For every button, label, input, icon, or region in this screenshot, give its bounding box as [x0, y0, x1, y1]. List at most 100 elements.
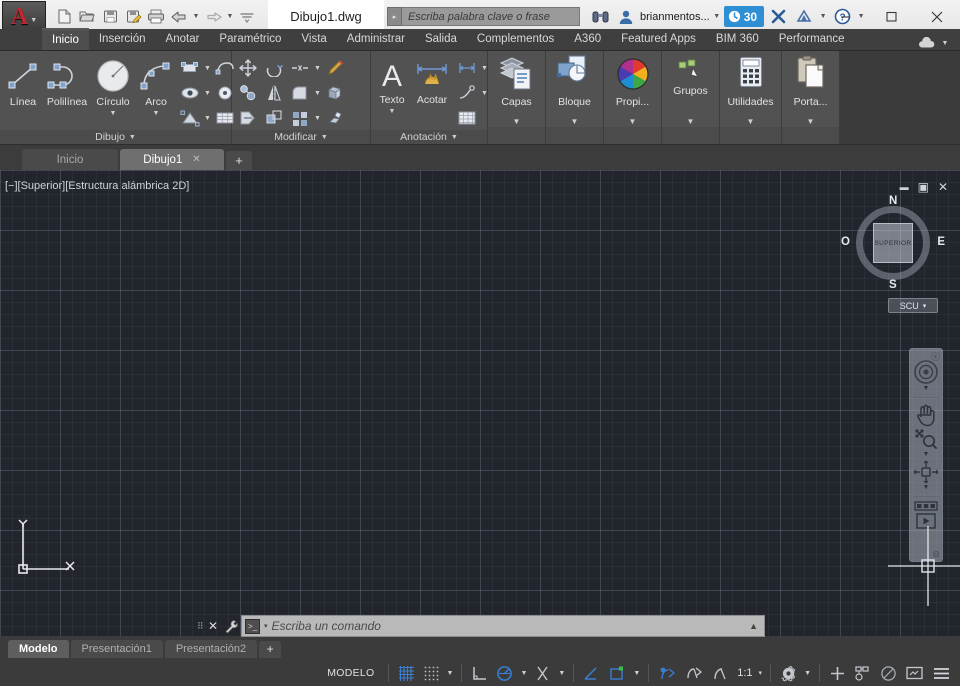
tool-texto[interactable]: A Texto ▼	[374, 54, 410, 115]
steering-wheel-dropdown-caret[interactable]: ▼	[923, 385, 930, 394]
anno-visibility-icon[interactable]	[654, 662, 681, 684]
ribbon-tab-inicio[interactable]: Inicio	[42, 28, 89, 50]
rotate-icon[interactable]	[261, 56, 286, 80]
mirror-icon[interactable]	[261, 81, 286, 105]
command-prompt-caret[interactable]: ▾	[264, 622, 268, 630]
command-input[interactable]: >_ ▾ Escriba un comando ▲	[241, 615, 765, 637]
new-document-icon[interactable]	[53, 6, 75, 28]
polar-dropdown-caret[interactable]: ▼	[517, 670, 530, 677]
cloud-icon[interactable]: ▼	[917, 37, 950, 50]
leader-icon[interactable]	[454, 81, 479, 105]
showmotion-play-icon[interactable]	[911, 512, 941, 530]
cloud-dropdown-caret[interactable]: ▼	[940, 40, 950, 47]
zoom-magnifier-icon[interactable]	[911, 427, 941, 451]
tool-acotar[interactable]: Acotar	[410, 54, 454, 107]
osnap-icon[interactable]	[530, 662, 555, 684]
orbit-icon[interactable]	[911, 460, 941, 484]
panel-anotacion-title[interactable]: Anotación ▼	[371, 130, 487, 144]
ribbon-tab-complementos[interactable]: Complementos	[467, 28, 564, 50]
navbar-minimize-icon[interactable]: ⊝	[932, 549, 940, 560]
hamburger-icon[interactable]	[928, 662, 955, 684]
ribbon-tab-parametrico[interactable]: Paramétrico	[209, 28, 291, 50]
gear-icon[interactable]	[776, 662, 801, 684]
ucs-dropdown-caret[interactable]: ▼	[630, 670, 643, 677]
panel-bloque[interactable]: Bloque ▼	[546, 51, 604, 144]
trial-days-badge[interactable]: 30	[723, 6, 765, 27]
layout-tab-presentacion1[interactable]: Presentación1	[70, 640, 163, 658]
panel-dibujo-title[interactable]: Dibujo ▼	[0, 130, 231, 144]
grid-icon[interactable]	[394, 662, 419, 684]
panel-grupos-dropdown-caret[interactable]: ▼	[687, 117, 695, 126]
tool-polilinea[interactable]: Polilínea	[43, 54, 91, 109]
command-expand-icon[interactable]: ▲	[749, 621, 764, 631]
panel-utilidades-dropdown-caret[interactable]: ▼	[747, 117, 755, 126]
undo-arrow-icon[interactable]	[168, 6, 190, 28]
viewcube-south-label[interactable]: S	[889, 279, 897, 291]
close-icon[interactable]: ✕	[192, 154, 200, 165]
region-dropdown-caret[interactable]: ▼	[203, 115, 212, 122]
viewcube-west-label[interactable]: O	[841, 236, 850, 248]
ribbon-tab-anotar[interactable]: Anotar	[156, 28, 210, 50]
isolate-icon[interactable]	[850, 662, 876, 684]
panel-capas-dropdown-caret[interactable]: ▼	[513, 117, 521, 126]
orbit-dropdown-caret[interactable]: ▼	[923, 484, 930, 493]
autoscale-icon[interactable]	[681, 662, 708, 684]
viewcube-east-label[interactable]: E	[937, 236, 945, 248]
binoculars-icon[interactable]	[588, 5, 612, 28]
user-avatar[interactable]	[614, 5, 638, 28]
rectangle-icon[interactable]	[177, 56, 202, 80]
viewport-restore-icon[interactable]: ▣	[918, 180, 929, 194]
layout-tab-modelo[interactable]: Modelo	[8, 640, 69, 658]
ribbon-tab-insercion[interactable]: Inserción	[89, 28, 156, 50]
ribbon-tab-administrar[interactable]: Administrar	[337, 28, 415, 50]
file-tab-inicio[interactable]: Inicio	[22, 149, 118, 170]
anno-scale-icon[interactable]	[708, 662, 734, 684]
scale-dropdown-caret[interactable]: ▾	[756, 669, 766, 677]
command-line-close-icon[interactable]: ✕	[205, 619, 221, 633]
layout-tab-presentacion2[interactable]: Presentación2	[164, 640, 258, 658]
plus-icon[interactable]	[825, 662, 850, 684]
trim-icon[interactable]	[287, 56, 312, 80]
panel-grupos[interactable]: Grupos ▼	[662, 51, 720, 144]
panel-propiedades[interactable]: Propi... ▼	[604, 51, 662, 144]
drawing-canvas[interactable]: [−][Superior][Estructura alámbrica 2D] ▬…	[0, 170, 960, 636]
save-as-icon[interactable]	[122, 6, 144, 28]
new-layout-button[interactable]: +	[259, 640, 282, 658]
ribbon-tab-featured-apps[interactable]: Featured Apps	[611, 28, 706, 50]
explode-icon[interactable]	[323, 106, 348, 130]
ribbon-tab-vista[interactable]: Vista	[291, 28, 336, 50]
panel-bloque-dropdown-caret[interactable]: ▼	[571, 117, 579, 126]
floppy-save-icon[interactable]	[99, 6, 121, 28]
wrench-icon[interactable]	[221, 619, 241, 634]
ribbon-tab-a360[interactable]: A360	[564, 28, 611, 50]
ribbon-tab-bim360[interactable]: BIM 360	[706, 28, 769, 50]
table-grid-icon[interactable]	[454, 106, 479, 130]
ucs-box-icon[interactable]	[604, 662, 630, 684]
viewport-minimize-icon[interactable]: ▬	[900, 182, 909, 192]
polar-icon[interactable]	[492, 662, 517, 684]
viewport-close-icon[interactable]: ✕	[938, 180, 948, 194]
panel-portapapeles[interactable]: Porta... ▼	[782, 51, 840, 144]
new-tab-button[interactable]: +	[226, 151, 252, 170]
workspace-dropdown-caret[interactable]: ▼	[801, 670, 814, 677]
stretch-icon[interactable]	[235, 106, 260, 130]
viewcube[interactable]: SUPERIOR N S E O	[841, 195, 945, 291]
array3d-icon[interactable]	[323, 81, 348, 105]
search-expand-arrow[interactable]: ▸	[387, 7, 402, 26]
hatch-icon[interactable]	[177, 81, 202, 105]
viewcube-north-label[interactable]: N	[889, 195, 897, 207]
pan-hand-icon[interactable]	[911, 401, 941, 427]
ucs-selector-button[interactable]: SCU ▾	[888, 298, 938, 313]
move-icon[interactable]	[235, 56, 260, 80]
open-folder-icon[interactable]	[76, 6, 98, 28]
tool-circulo[interactable]: Círculo ▼	[91, 54, 135, 117]
zoom-dropdown-caret[interactable]: ▼	[923, 451, 930, 460]
share-triangle-icon[interactable]	[792, 5, 816, 28]
panel-capas[interactable]: Capas ▼	[488, 51, 546, 144]
account-dropdown-caret[interactable]: ▼	[712, 13, 722, 20]
dimline-icon[interactable]	[454, 56, 479, 80]
redo-dropdown-caret[interactable]: ▼	[225, 13, 235, 20]
scale-icon[interactable]	[261, 106, 286, 130]
application-menu-button[interactable]: A ▼	[2, 1, 46, 32]
undo-dropdown-caret[interactable]: ▼	[191, 13, 201, 20]
